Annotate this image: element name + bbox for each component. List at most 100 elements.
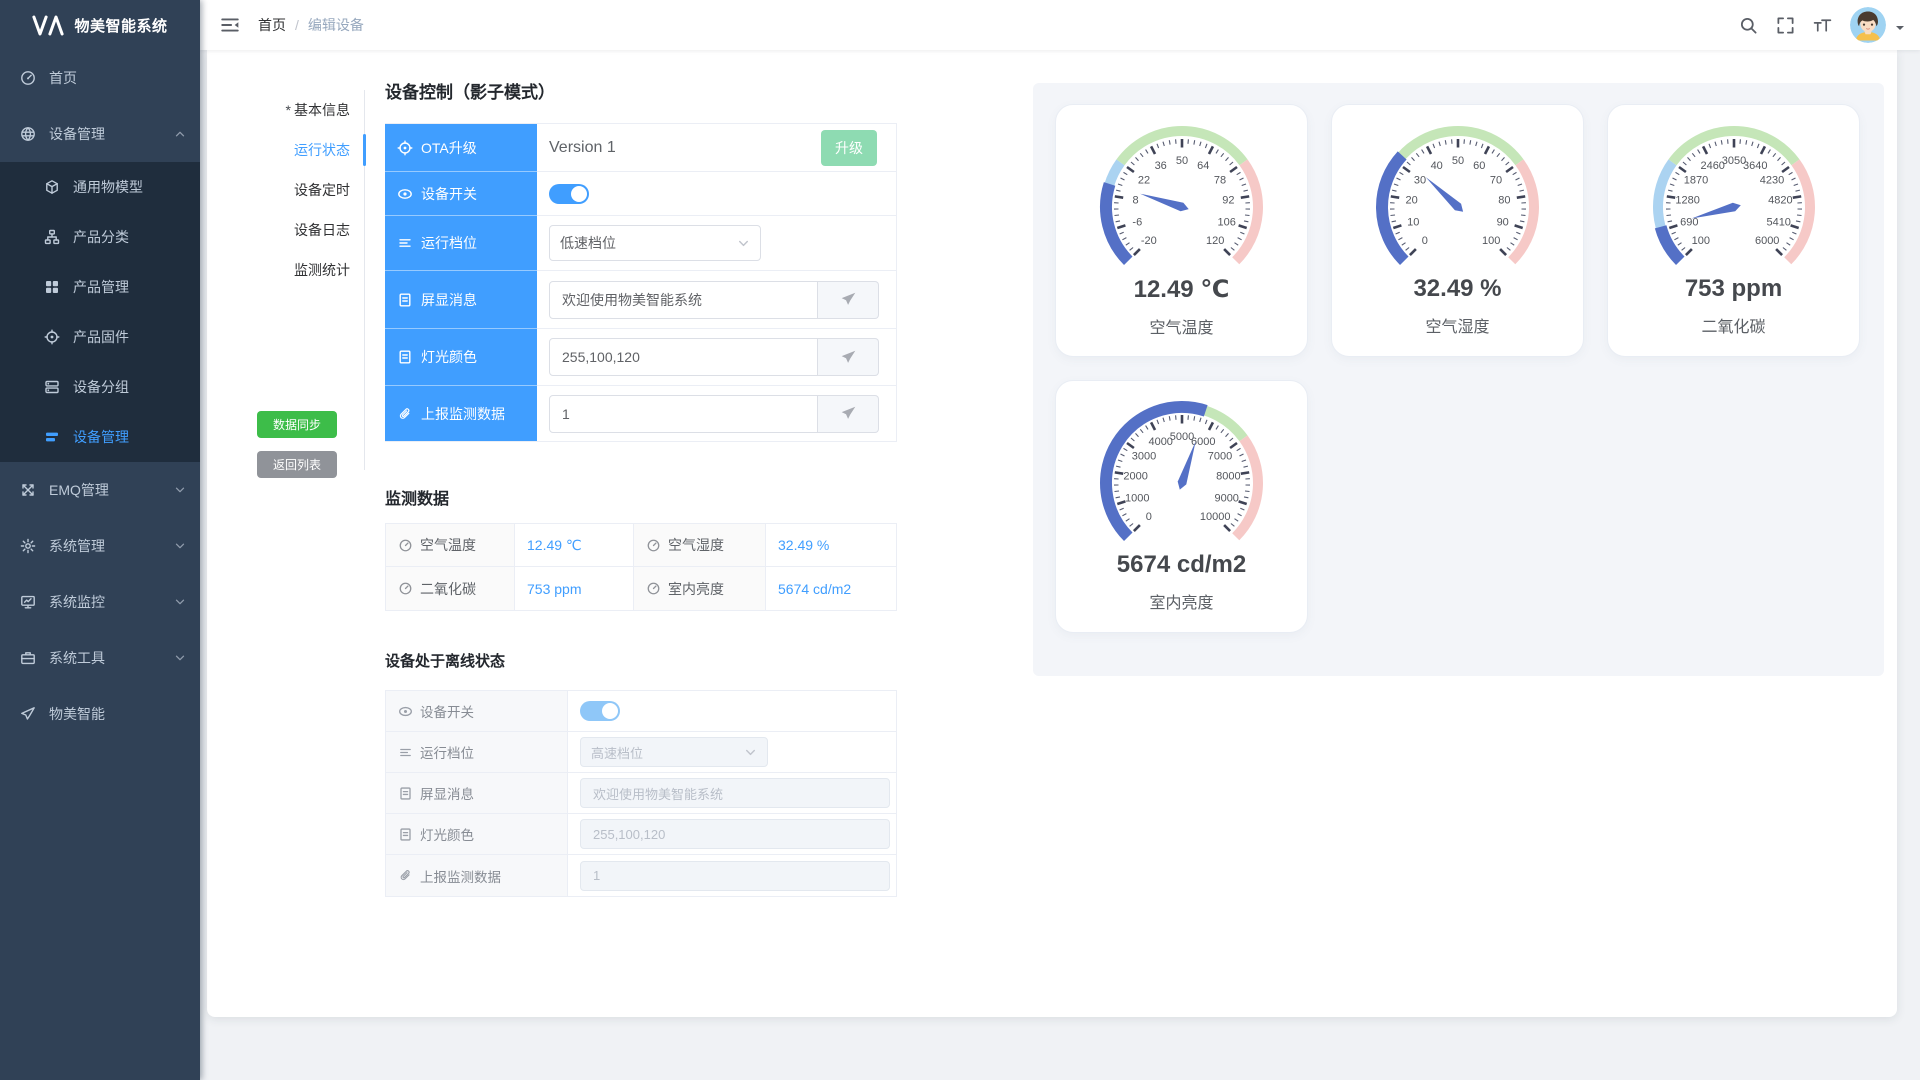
side-tab[interactable]: 监测统计 (250, 250, 364, 290)
sidebar-item[interactable]: 首页 (0, 50, 200, 106)
gauge-card: -20-6822365064789210612012.49 ℃空气温度 (1055, 104, 1308, 357)
gauge-label: 二氧化碳 (1701, 313, 1765, 337)
svg-text:1280: 1280 (1675, 195, 1699, 207)
monitor-label: 二氧化碳 (386, 567, 515, 610)
side-tab-label: 监测统计 (294, 260, 350, 280)
device-switch-toggle[interactable] (549, 184, 589, 204)
gauge-value: 5674 cd/m2 (1117, 551, 1246, 579)
gauge-chart: 0100020003000400050006000700080009000100… (1072, 393, 1292, 551)
side-tab[interactable]: 运行状态 (250, 130, 364, 170)
grid-icon (44, 279, 60, 295)
gauge-icon (398, 581, 413, 596)
doc-icon (398, 786, 413, 801)
sidebar-item[interactable]: 系统工具 (0, 630, 200, 686)
caret-down-icon[interactable] (1896, 26, 1904, 34)
offline-row: 运行档位高速档位 (386, 732, 896, 773)
svg-text:120: 120 (1206, 235, 1224, 247)
sidebar-item[interactable]: EMQ管理 (0, 462, 200, 518)
control-row: OTA升级Version 1升级 (385, 124, 896, 172)
device-control-table: OTA升级Version 1升级设备开关运行档位低速档位屏显消息灯光颜色上报监测… (385, 123, 897, 442)
sidebar-item-label: EMQ管理 (49, 480, 174, 500)
svg-text:0: 0 (1145, 511, 1151, 523)
gauge-value: 12.49 ℃ (1134, 275, 1230, 304)
monitor-label: 室内亮度 (634, 567, 766, 610)
eye-icon (397, 186, 413, 202)
gauge-icon (398, 538, 413, 553)
run-gear-select[interactable]: 低速档位 (549, 225, 761, 261)
gauge-chart: -20-68223650647892106120 (1072, 117, 1292, 275)
gauge-value: 753 ppm (1685, 275, 1782, 303)
send-button[interactable] (818, 281, 879, 319)
upgrade-button[interactable]: 升级 (821, 130, 877, 166)
svg-text:1870: 1870 (1683, 174, 1707, 186)
send-button[interactable] (818, 338, 879, 376)
topbar: 首页 / 编辑设备 (200, 0, 1920, 50)
device-switch-toggle-disabled (580, 701, 620, 721)
svg-text:70: 70 (1489, 174, 1501, 186)
send-button[interactable] (818, 395, 879, 433)
sidebar-item[interactable]: 设备分组 (0, 362, 200, 412)
font-size-icon[interactable] (1813, 16, 1832, 35)
offline-row: 灯光颜色 (386, 814, 896, 855)
sidebar-item[interactable]: 设备管理 (0, 412, 200, 462)
sidebar-menu: 首页设备管理通用物模型产品分类产品管理产品固件设备分组设备管理EMQ管理系统管理… (0, 50, 200, 742)
control-section-title: 设备控制（影子模式） (385, 78, 555, 103)
tools-icon (20, 650, 36, 666)
sidebar-item-label: 产品固件 (73, 327, 186, 347)
list-icon (398, 745, 413, 760)
sidebar-item[interactable]: 设备管理 (0, 106, 200, 162)
side-tab[interactable]: *基本信息 (250, 90, 364, 130)
svg-text:8000: 8000 (1216, 471, 1240, 483)
send-icon (840, 291, 857, 308)
light-color-input[interactable] (549, 338, 818, 376)
svg-text:3000: 3000 (1131, 450, 1155, 462)
side-tab-label: 设备日志 (294, 220, 350, 240)
side-tab[interactable]: 设备定时 (250, 170, 364, 210)
sidebar-item[interactable]: 通用物模型 (0, 162, 200, 212)
breadcrumb-home[interactable]: 首页 (258, 15, 286, 35)
sidebar-item[interactable]: 产品固件 (0, 312, 200, 362)
sidebar-item[interactable]: 产品管理 (0, 262, 200, 312)
svg-text:80: 80 (1498, 195, 1510, 207)
collapse-menu-icon[interactable] (220, 16, 240, 34)
gauge-icon (646, 581, 661, 596)
logo-icon (32, 15, 64, 36)
report-data-input[interactable] (549, 395, 818, 433)
sidebar-item[interactable]: 产品分类 (0, 212, 200, 262)
data-sync-button[interactable]: 数据同步 (257, 411, 337, 438)
svg-text:4820: 4820 (1768, 195, 1792, 207)
search-icon[interactable] (1739, 16, 1758, 35)
svg-text:60: 60 (1473, 160, 1485, 172)
sidebar-item[interactable]: 系统监控 (0, 574, 200, 630)
monitor-label: 空气温度 (386, 524, 515, 567)
svg-text:20: 20 (1405, 195, 1417, 207)
svg-text:36: 36 (1154, 160, 1166, 172)
side-tab[interactable]: 设备日志 (250, 210, 364, 250)
breadcrumb-separator: / (295, 17, 299, 33)
doc-icon (398, 827, 413, 842)
chevron-down-icon (174, 596, 186, 608)
chevron-down-icon (174, 484, 186, 496)
list-icon (397, 235, 413, 251)
sidebar-item-label: 设备管理 (49, 124, 174, 144)
svg-text:-6: -6 (1132, 216, 1142, 228)
back-to-list-button[interactable]: 返回列表 (257, 451, 337, 478)
avatar[interactable] (1850, 7, 1886, 43)
svg-text:2000: 2000 (1123, 471, 1147, 483)
side-tab-label: 设备定时 (294, 180, 350, 200)
svg-text:106: 106 (1217, 216, 1235, 228)
svg-text:10: 10 (1407, 216, 1419, 228)
sidebar-item[interactable]: 系统管理 (0, 518, 200, 574)
main-content: *基本信息运行状态设备定时设备日志监测统计 数据同步 返回列表 设备控制（影子模… (207, 50, 1897, 1017)
select-value: 低速档位 (560, 233, 616, 253)
app-logo[interactable]: 物美智能系统 (0, 0, 200, 50)
sidebar-item-label: 首页 (49, 68, 186, 88)
gauge-card: 1006901280187024603050364042304820541060… (1607, 104, 1860, 357)
fullscreen-icon[interactable] (1776, 16, 1795, 35)
sidebar-item[interactable]: 物美智能 (0, 686, 200, 742)
sidebar-item-label: 系统监控 (49, 592, 174, 612)
screen-message-input[interactable] (549, 281, 818, 319)
disabled-input (580, 778, 890, 808)
gauge-card: 0100020003000400050006000700080009000100… (1055, 380, 1308, 633)
svg-text:78: 78 (1213, 174, 1225, 186)
